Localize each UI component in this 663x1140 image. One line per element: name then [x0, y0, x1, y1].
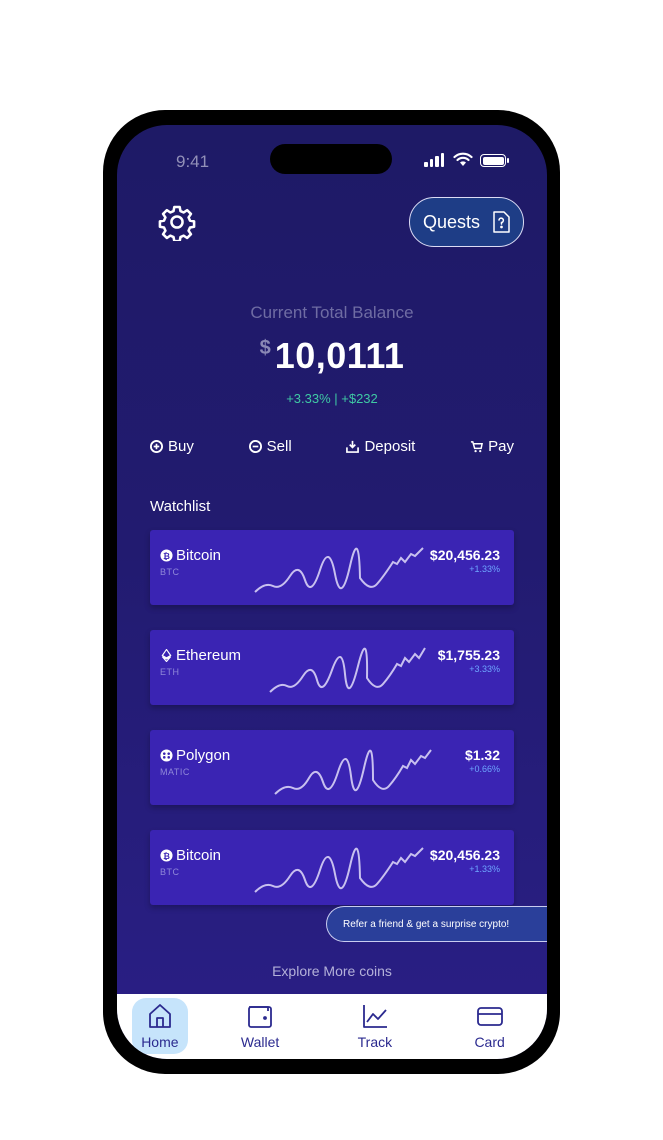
coin-price: $1,755.23 — [437, 647, 500, 663]
buy-button[interactable]: Buy — [150, 438, 194, 455]
wallet-icon — [248, 1006, 273, 1028]
watchlist-card-bitcoin-2[interactable]: ₿ Bitcoin BTC $20,456.23 +1.33% — [150, 830, 514, 905]
coin-symbol: BTC — [160, 567, 180, 577]
nav-track-label: Track — [357, 1034, 393, 1050]
buy-label: Buy — [168, 438, 194, 455]
svg-text:₿: ₿ — [163, 551, 170, 561]
question-document-icon — [493, 211, 510, 233]
coin-symbol: ETH — [160, 667, 180, 677]
currency-symbol: $ — [259, 337, 271, 359]
minus-circle-icon — [248, 440, 262, 453]
coin-change: +1.33% — [469, 864, 500, 874]
nav-home-label: Home — [141, 1034, 179, 1050]
balance-amount: 10,0111 — [274, 335, 405, 376]
cart-icon — [471, 441, 484, 453]
balance-change: +3.33% | +$232 — [286, 391, 378, 406]
coin-symbol: BTC — [160, 867, 180, 877]
pay-button[interactable]: Pay — [470, 438, 514, 455]
price-sparkline — [269, 647, 426, 693]
price-sparkline — [254, 847, 424, 893]
nav-card-label: Card — [474, 1034, 505, 1050]
price-sparkline — [254, 547, 424, 593]
nav-wallet-label: Wallet — [240, 1034, 280, 1050]
sell-button[interactable]: Sell — [248, 438, 292, 455]
coin-symbol: MATIC — [160, 767, 190, 777]
ethereum-icon — [161, 649, 172, 662]
watchlist-card-polygon[interactable]: Polygon MATIC $1.32 +0.66% — [150, 730, 514, 805]
watchlist-title: Watchlist — [150, 498, 211, 515]
quests-button[interactable]: Quests — [409, 197, 524, 247]
nav-track[interactable]: Track — [332, 998, 417, 1054]
coin-price: $20,456.23 — [429, 547, 500, 563]
home-icon — [148, 1004, 171, 1028]
polygon-icon — [160, 749, 173, 762]
status-time: 9:41 — [176, 152, 210, 171]
plus-circle-icon — [150, 440, 163, 453]
bitcoin-icon: ₿ — [160, 849, 173, 862]
total-balance: $10,0111 — [117, 335, 547, 377]
coin-name: ₿ Bitcoin — [160, 847, 221, 864]
pay-label: Pay — [488, 438, 514, 455]
nav-wallet[interactable]: Wallet — [218, 998, 303, 1054]
coin-name-label: Bitcoin — [176, 547, 222, 564]
coin-name-label: Polygon — [176, 747, 231, 764]
wifi-icon — [453, 152, 473, 166]
nav-home[interactable]: Home — [131, 998, 188, 1054]
status-icons — [424, 151, 509, 167]
explore-more-link[interactable]: Explore More coins — [117, 963, 547, 979]
bitcoin-icon: ₿ — [160, 549, 173, 562]
price-sparkline — [274, 749, 432, 795]
deposit-button[interactable]: Deposit — [346, 438, 415, 455]
watchlist-card-bitcoin[interactable]: ₿ Bitcoin BTC $20,456.23 +1.33% — [150, 530, 514, 605]
deposit-label: Deposit — [364, 438, 416, 455]
app-screen: 9:41 Quests Current Total Balance $10,01… — [117, 125, 547, 1059]
settings-button[interactable] — [158, 203, 196, 243]
coin-change: +3.33% — [469, 664, 500, 674]
nav-card[interactable]: Card — [447, 998, 532, 1054]
refer-text: Refer a friend & get a surprise crypto! — [343, 918, 510, 930]
quick-actions: Buy Sell Deposit Pay — [150, 438, 514, 455]
coin-change: +0.66% — [469, 764, 500, 774]
download-tray-icon — [346, 440, 360, 453]
coin-price: $20,456.23 — [429, 847, 500, 863]
coin-name: Polygon — [160, 747, 230, 764]
dynamic-island — [270, 144, 392, 174]
quests-label: Quests — [422, 211, 481, 232]
credit-card-icon — [476, 1007, 503, 1026]
coin-name-label: Ethereum — [176, 647, 242, 664]
gear-icon — [158, 205, 196, 243]
bottom-navigation: Home Wallet Track Card — [117, 994, 547, 1059]
coin-name: Ethereum — [160, 647, 241, 664]
coin-price: $1.32 — [464, 747, 500, 763]
svg-text:₿: ₿ — [163, 851, 170, 861]
coin-change: +1.33% — [469, 564, 500, 574]
coin-name: ₿ Bitcoin — [160, 547, 221, 564]
refer-friend-banner[interactable]: Refer a friend & get a surprise crypto! — [326, 906, 547, 942]
chart-line-icon — [362, 1005, 387, 1028]
coin-name-label: Bitcoin — [176, 847, 222, 864]
balance-label: Current Total Balance — [250, 303, 414, 322]
watchlist-card-ethereum[interactable]: Ethereum ETH $1,755.23 +3.33% — [150, 630, 514, 705]
cellular-signal-icon — [424, 153, 446, 167]
battery-icon — [480, 154, 509, 167]
sell-label: Sell — [266, 438, 292, 455]
